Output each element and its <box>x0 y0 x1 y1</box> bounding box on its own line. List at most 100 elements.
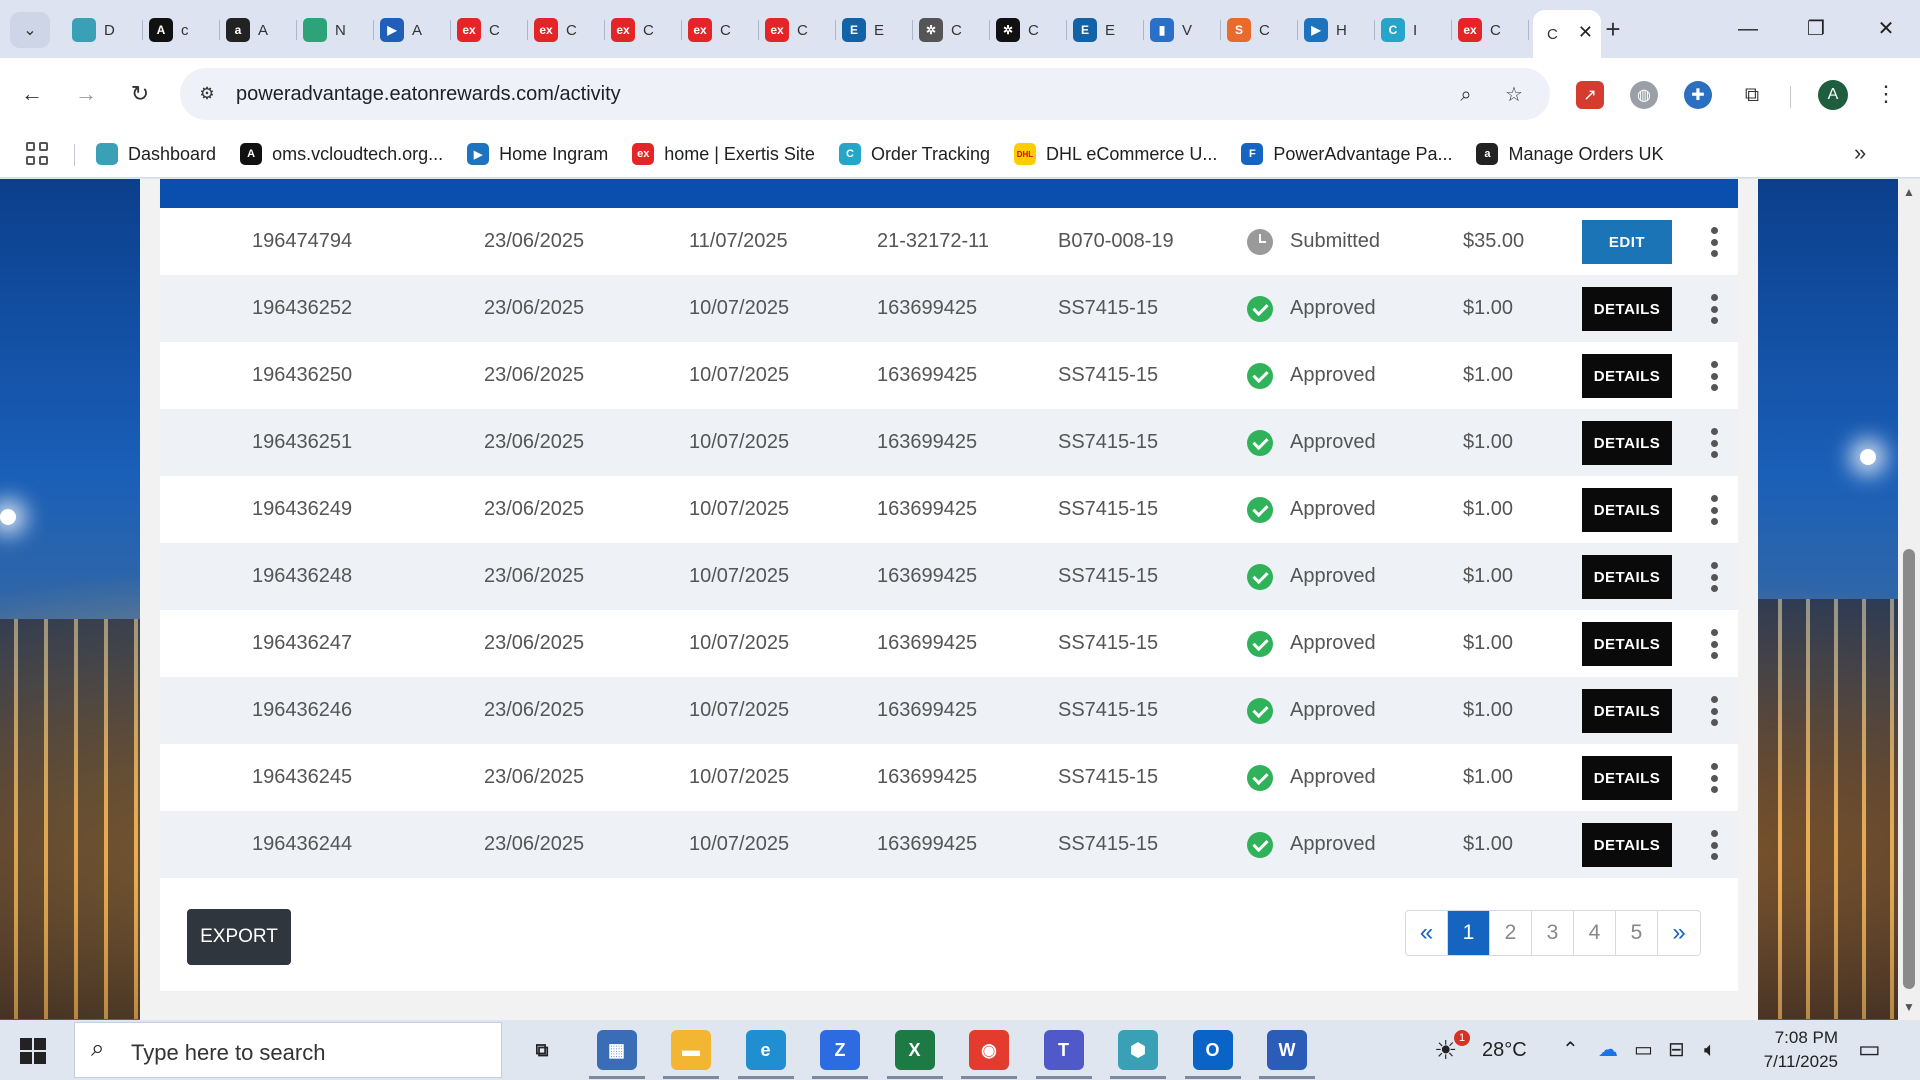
close-tab-icon[interactable]: ✕ <box>1578 22 1593 43</box>
weather-sun-icon[interactable]: ☀ <box>1434 1020 1457 1080</box>
browser-tab[interactable]: ex C <box>451 10 528 50</box>
url-text[interactable]: poweradvantage.eatonrewards.com/activity <box>236 83 621 106</box>
apps-grid-icon[interactable] <box>26 142 50 166</box>
page-next-button[interactable]: » <box>1658 911 1700 955</box>
browser-tab[interactable]: EE <box>836 10 913 50</box>
bookmark-item[interactable]: Dashboard <box>96 140 216 168</box>
battery-icon[interactable]: ▭ <box>1634 1020 1653 1080</box>
page-5-button[interactable]: 5 <box>1616 911 1658 955</box>
row-kebab-menu-icon[interactable] <box>1708 227 1720 257</box>
browser-tab[interactable]: ex C <box>759 10 836 50</box>
browser-tab[interactable]: ex C <box>1452 10 1529 50</box>
scroll-up-arrow-icon[interactable]: ▲ <box>1902 185 1916 199</box>
calculator-icon[interactable]: ▦ <box>596 1030 637 1070</box>
row-kebab-menu-icon[interactable] <box>1708 763 1720 793</box>
row-kebab-menu-icon[interactable] <box>1708 696 1720 726</box>
browser-tab[interactable]: SC <box>1221 10 1298 50</box>
bookmark-item[interactable]: ex home | Exertis Site <box>632 140 815 168</box>
row-kebab-menu-icon[interactable] <box>1708 562 1720 592</box>
row-kebab-menu-icon[interactable] <box>1708 428 1720 458</box>
onedrive-cloud-icon[interactable]: ☁ <box>1598 1020 1618 1080</box>
pdf-extension-icon[interactable]: ↗ <box>1576 81 1604 109</box>
details-button[interactable]: DETAILS <box>1582 287 1672 331</box>
browser-tab[interactable]: N <box>297 10 374 50</box>
browser-tab[interactable]: ✲ C <box>913 10 990 50</box>
new-tab-plus-icon[interactable]: + <box>1598 16 1628 46</box>
back-arrow-icon[interactable]: ← <box>12 74 52 114</box>
notification-center-icon[interactable]: ▭ <box>1858 1020 1881 1080</box>
browser-tab[interactable]: ▶ A <box>374 10 451 50</box>
tray-chevron-up-icon[interactable]: ⌃ <box>1562 1020 1579 1080</box>
reload-icon[interactable]: ↻ <box>120 74 160 114</box>
bookmark-item[interactable]: a Manage Orders UK <box>1476 140 1664 168</box>
puzzle-extension-icon[interactable]: ✚ <box>1684 81 1712 109</box>
scrollbar-thumb[interactable] <box>1903 549 1915 989</box>
details-button[interactable]: DETAILS <box>1582 622 1672 666</box>
hexagon-app-icon[interactable]: ⬢ <box>1118 1030 1158 1070</box>
outlook-icon[interactable]: O <box>1192 1030 1233 1070</box>
browser-tab[interactable]: ex C <box>682 10 759 50</box>
edit-button[interactable]: EDIT <box>1582 220 1672 264</box>
page-3-button[interactable]: 3 <box>1532 911 1574 955</box>
taskbar-clock[interactable]: 7:08 PM 7/11/2025 <box>1742 1026 1838 1074</box>
browser-tab[interactable]: aA <box>220 10 297 50</box>
page-scrollbar[interactable]: ▲ ▼ <box>1898 179 1920 1020</box>
edge-icon[interactable]: e <box>745 1030 786 1070</box>
page-1-button[interactable]: 1 <box>1448 911 1490 955</box>
export-button[interactable]: EXPORT <box>187 909 291 965</box>
row-kebab-menu-icon[interactable] <box>1708 361 1720 391</box>
restore-icon[interactable]: ❐ <box>1796 12 1836 46</box>
address-bar[interactable]: ⚙ poweradvantage.eatonrewards.com/activi… <box>180 68 1550 120</box>
row-kebab-menu-icon[interactable] <box>1708 629 1720 659</box>
bookmark-item[interactable]: Aoms.vcloudtech.org... <box>240 140 443 168</box>
active-browser-tab[interactable]: C ✕ <box>1533 10 1601 58</box>
chrome-icon[interactable]: ◉ <box>969 1030 1009 1070</box>
excel-icon[interactable]: X <box>894 1030 935 1070</box>
browser-tab[interactable]: D <box>66 10 143 50</box>
bookmark-item[interactable]: F PowerAdvantage Pa... <box>1241 140 1452 168</box>
close-window-icon[interactable]: ✕ <box>1866 12 1906 46</box>
browser-tab[interactable]: Ac <box>143 10 220 50</box>
weather-temperature[interactable]: 28°C <box>1482 1020 1527 1080</box>
browser-tab[interactable]: ex C <box>528 10 605 50</box>
details-button[interactable]: DETAILS <box>1582 421 1672 465</box>
taskbar-search-placeholder[interactable]: Type here to search <box>131 1040 325 1066</box>
details-button[interactable]: DETAILS <box>1582 555 1672 599</box>
site-settings-icon[interactable]: ⚙ <box>194 81 220 107</box>
menu-kebab-icon[interactable]: ⋮ <box>1866 74 1906 114</box>
details-button[interactable]: DETAILS <box>1582 689 1672 733</box>
browser-tab[interactable]: ▶ H <box>1298 10 1375 50</box>
taskbar-search-box[interactable]: ⌕ Type here to search <box>74 1022 502 1078</box>
tab-search-chevron-icon[interactable]: ⌄ <box>10 12 50 48</box>
page-2-button[interactable]: 2 <box>1490 911 1532 955</box>
scroll-down-arrow-icon[interactable]: ▼ <box>1902 1000 1916 1014</box>
browser-tab[interactable]: ▮ V <box>1144 10 1221 50</box>
teams-icon[interactable]: T <box>1043 1030 1084 1070</box>
row-kebab-menu-icon[interactable] <box>1708 294 1720 324</box>
details-button[interactable]: DETAILS <box>1582 823 1672 867</box>
bookmark-item[interactable]: ▶ Home Ingram <box>467 140 608 168</box>
page-4-button[interactable]: 4 <box>1574 911 1616 955</box>
task-view-icon[interactable]: ⧉ <box>522 1030 562 1070</box>
details-button[interactable]: DETAILS <box>1582 354 1672 398</box>
row-kebab-menu-icon[interactable] <box>1708 495 1720 525</box>
file-explorer-icon[interactable]: ▬ <box>671 1030 711 1070</box>
browser-tab[interactable]: ✲ C <box>990 10 1067 50</box>
windows-start-icon[interactable] <box>20 1038 46 1064</box>
bookmark-star-icon[interactable]: ☆ <box>1500 81 1528 109</box>
extensions-icon[interactable]: ⧉ <box>1738 81 1766 109</box>
details-button[interactable]: DETAILS <box>1582 488 1672 532</box>
browser-tab[interactable]: ex C <box>605 10 682 50</box>
profile-avatar[interactable]: A <box>1818 80 1848 110</box>
zoom-magnifier-icon[interactable]: ⌕ <box>1452 81 1480 109</box>
speaker-icon[interactable]: 🔈︎ <box>1704 1020 1716 1080</box>
browser-tab[interactable]: CI <box>1375 10 1452 50</box>
more-bookmarks-chevron-icon[interactable]: » <box>1854 140 1866 166</box>
browser-tab[interactable]: EE <box>1067 10 1144 50</box>
forward-arrow-icon[interactable]: → <box>66 74 106 114</box>
page-prev-button[interactable]: « <box>1406 911 1448 955</box>
minimize-icon[interactable]: — <box>1728 12 1768 46</box>
network-icon[interactable]: ⊟ <box>1668 1020 1685 1080</box>
bookmark-item[interactable]: DHL DHL eCommerce U... <box>1013 140 1217 168</box>
word-icon[interactable]: W <box>1267 1030 1307 1070</box>
